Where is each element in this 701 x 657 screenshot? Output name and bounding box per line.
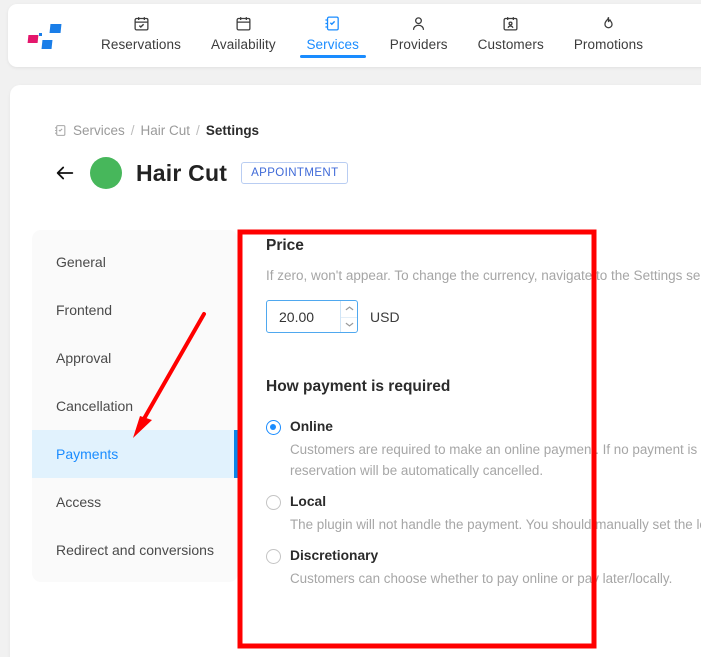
calendar-check-icon [133, 12, 150, 34]
sidebar-item-access[interactable]: Access [32, 478, 238, 526]
breadcrumb-separator: / [196, 123, 200, 138]
breadcrumb-item-settings: Settings [205, 123, 260, 138]
price-section-description: If zero, won't appear. To change the cur… [266, 268, 701, 283]
sidebar-item-general[interactable]: General [32, 238, 238, 286]
tab-customers[interactable]: Customers [463, 4, 559, 67]
tab-underline [568, 55, 649, 58]
tab-label: Promotions [573, 37, 644, 52]
sidebar-item-label: Redirect and conversions [56, 542, 214, 558]
contact-card-icon [502, 12, 519, 34]
chevron-up-icon[interactable] [341, 301, 357, 317]
tab-label: Customers [477, 37, 544, 52]
chevron-down-icon[interactable] [341, 316, 357, 333]
app-root: Reservations Availability Services Provi… [0, 0, 701, 657]
tab-underline [472, 55, 550, 58]
breadcrumb-item-services[interactable]: Services [73, 123, 125, 138]
tab-underline [95, 55, 187, 58]
payment-options-group: Online Customers are required to make an… [266, 418, 701, 589]
payment-option-label: Local [290, 494, 327, 509]
tab-reservations[interactable]: Reservations [86, 4, 196, 67]
tab-label: Services [306, 37, 360, 52]
payment-option-description: The plugin will not handle the payment. … [290, 517, 701, 532]
sidebar-item-payments[interactable]: Payments [32, 430, 238, 478]
sidebar-item-approval[interactable]: Approval [32, 334, 238, 382]
tab-underline [384, 55, 454, 58]
price-input-row: USD [266, 300, 701, 333]
price-spinner[interactable] [340, 301, 357, 332]
currency-label: USD [370, 308, 400, 325]
breadcrumb: Services / Hair Cut / Settings [54, 123, 259, 138]
radio-local[interactable] [266, 495, 281, 510]
tab-underline [299, 55, 366, 58]
settings-sidebar: General Frontend Approval Cancellation P… [32, 230, 238, 582]
radio-online[interactable] [266, 420, 281, 435]
payments-settings-panel: Price If zero, won't appear. To change t… [266, 237, 701, 596]
back-arrow-icon[interactable] [54, 162, 76, 184]
payment-option-description: Customers can choose whether to pay onli… [290, 571, 673, 586]
flame-icon [600, 12, 617, 34]
payment-option-description: Customers are required to make an online… [290, 442, 698, 478]
status-badge[interactable]: APPOINTMENT [241, 162, 348, 184]
service-color-dot [90, 157, 122, 189]
payment-option-label: Discretionary [290, 548, 379, 563]
app-logo[interactable] [22, 16, 78, 56]
tab-label: Availability [211, 37, 276, 52]
sidebar-item-frontend[interactable]: Frontend [32, 286, 238, 334]
radio-discretionary[interactable] [266, 549, 281, 564]
sidebar-item-redirect-and-conversions[interactable]: Redirect and conversions [32, 526, 238, 574]
page-header: Hair Cut APPOINTMENT [54, 157, 348, 189]
payment-option-label: Online [290, 419, 333, 434]
sidebar-item-label: Cancellation [56, 398, 134, 414]
tab-providers[interactable]: Providers [375, 4, 463, 67]
tab-availability[interactable]: Availability [196, 4, 291, 67]
page-card: Services / Hair Cut / Settings Hair Cut … [10, 85, 701, 657]
payment-section-title: How payment is required [266, 378, 451, 395]
price-input[interactable] [267, 301, 341, 332]
payment-option-local[interactable]: Local The plugin will not handle the pay… [266, 493, 701, 535]
page-title: Hair Cut [136, 159, 228, 186]
sidebar-item-cancellation[interactable]: Cancellation [32, 382, 238, 430]
person-icon [410, 12, 427, 34]
sidebar-item-label: Frontend [56, 302, 113, 318]
sidebar-item-label: Access [56, 494, 102, 510]
calendar-icon [235, 12, 252, 34]
tab-label: Reservations [101, 37, 181, 52]
sidebar-item-label: Approval [56, 350, 112, 366]
tab-services[interactable]: Services [291, 4, 375, 67]
service-list-icon [324, 12, 341, 34]
service-list-icon [54, 124, 67, 137]
tab-label: Providers [389, 37, 448, 52]
payment-option-discretionary[interactable]: Discretionary Customers can choose wheth… [266, 547, 701, 589]
breadcrumb-separator: / [130, 123, 135, 138]
sidebar-item-label: Payments [56, 446, 119, 462]
price-stepper[interactable] [266, 300, 358, 333]
top-navigation-bar: Reservations Availability Services Provi… [8, 4, 701, 67]
tab-underline [205, 55, 282, 58]
breadcrumb-item-haircut[interactable]: Hair Cut [141, 123, 191, 138]
price-section-title: Price [266, 237, 304, 254]
payment-option-online[interactable]: Online Customers are required to make an… [266, 418, 701, 481]
sidebar-item-label: General [56, 254, 106, 270]
tab-promotions[interactable]: Promotions [559, 4, 658, 67]
nav-tabs: Reservations Availability Services Provi… [86, 4, 701, 67]
